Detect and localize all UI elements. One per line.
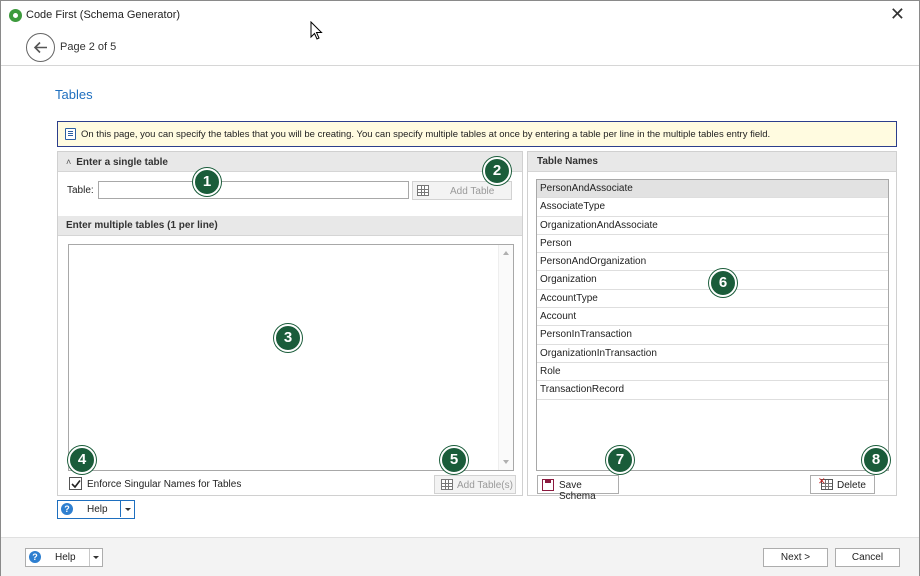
table-names-list[interactable]: PersonAndAssociate AssociateType Organiz… bbox=[536, 179, 889, 471]
table-name-input[interactable] bbox=[98, 181, 409, 199]
split-separator bbox=[120, 501, 121, 517]
app-logo-icon bbox=[9, 9, 22, 22]
cancel-button[interactable]: Cancel bbox=[835, 548, 900, 567]
table-grid-icon bbox=[441, 479, 453, 490]
table-name-item[interactable]: PersonAndOrganization bbox=[537, 253, 888, 272]
callout-marker-3: 3 bbox=[274, 324, 302, 352]
table-name-item[interactable]: Role bbox=[537, 363, 888, 382]
footer-help-label: Help bbox=[55, 552, 76, 563]
add-table-label: Add Table bbox=[450, 186, 495, 197]
add-tables-label: Add Table(s) bbox=[457, 480, 513, 491]
multi-table-header-label: Enter multiple tables (1 per line) bbox=[66, 220, 218, 231]
save-schema-button[interactable]: Save Schema bbox=[537, 475, 619, 502]
back-button[interactable] bbox=[26, 33, 55, 62]
table-name-item[interactable]: AssociateType bbox=[537, 198, 888, 217]
table-label: Table: bbox=[67, 185, 94, 196]
scroll-up-icon[interactable] bbox=[503, 251, 509, 255]
callout-marker-4: 4 bbox=[68, 446, 96, 474]
callout-marker-6: 6 bbox=[709, 269, 737, 297]
split-separator bbox=[89, 549, 90, 566]
title-bar: Code First (Schema Generator) ✕ bbox=[1, 1, 919, 31]
table-name-item[interactable]: PersonInTransaction bbox=[537, 326, 888, 345]
chevron-up-icon: ˄ bbox=[66, 157, 72, 167]
info-banner: On this page, you can specify the tables… bbox=[57, 121, 897, 147]
delete-label: Delete bbox=[837, 480, 866, 491]
multi-table-section-header: Enter multiple tables (1 per line) bbox=[58, 216, 522, 236]
delete-x-icon: ✕ bbox=[818, 476, 826, 486]
delete-button[interactable]: ✕ Delete bbox=[810, 475, 875, 494]
table-names-panel: Table Names PersonAndAssociate Associate… bbox=[527, 151, 897, 502]
table-name-item[interactable]: PersonAndAssociate bbox=[537, 180, 888, 199]
help-split-button[interactable]: ? Help bbox=[57, 500, 135, 519]
table-name-item[interactable]: TransactionRecord bbox=[537, 381, 888, 400]
table-grid-icon bbox=[417, 185, 429, 196]
save-schema-label: Save Schema bbox=[559, 480, 596, 502]
footer-help-button[interactable]: ? Help bbox=[25, 548, 103, 567]
single-table-header-label: Enter a single table bbox=[76, 157, 168, 168]
page-title: Tables bbox=[55, 87, 93, 102]
help-icon: ? bbox=[29, 551, 41, 563]
add-tables-button[interactable]: Add Table(s) bbox=[434, 475, 516, 494]
window-title: Code First (Schema Generator) bbox=[26, 9, 181, 21]
callout-marker-2: 2 bbox=[483, 157, 511, 185]
callout-marker-1: 1 bbox=[193, 168, 221, 196]
dropdown-caret-icon[interactable] bbox=[93, 556, 99, 559]
scroll-down-icon[interactable] bbox=[503, 460, 509, 464]
page-counter: Page 2 of 5 bbox=[60, 41, 117, 53]
footer-bar: ? Help Next > Cancel bbox=[1, 538, 919, 576]
textarea-scrollbar[interactable] bbox=[498, 245, 513, 470]
dialog-window: Code First (Schema Generator) ✕ Page 2 o… bbox=[0, 0, 920, 576]
multi-table-textarea[interactable] bbox=[68, 244, 514, 471]
table-name-item[interactable]: OrganizationInTransaction bbox=[537, 345, 888, 363]
callout-marker-8: 8 bbox=[862, 446, 890, 474]
save-disk-icon bbox=[542, 479, 554, 491]
help-icon: ? bbox=[61, 503, 73, 515]
enforce-singular-label: Enforce Singular Names for Tables bbox=[87, 479, 242, 490]
table-name-item[interactable]: Person bbox=[537, 235, 888, 254]
help-label: Help bbox=[87, 504, 108, 515]
enforce-singular-checkbox[interactable] bbox=[69, 477, 82, 490]
single-table-section-header[interactable]: ˄ Enter a single table bbox=[58, 152, 522, 172]
table-names-header: Table Names bbox=[528, 152, 896, 172]
table-name-item[interactable]: Account bbox=[537, 308, 888, 327]
callout-marker-5: 5 bbox=[440, 446, 468, 474]
mouse-cursor-icon bbox=[310, 21, 323, 40]
callout-marker-7: 7 bbox=[606, 446, 634, 474]
arrow-left-icon bbox=[33, 41, 47, 54]
dropdown-caret-icon[interactable] bbox=[125, 508, 131, 511]
note-icon bbox=[65, 128, 76, 140]
next-button[interactable]: Next > bbox=[763, 548, 828, 567]
table-name-item[interactable]: OrganizationAndAssociate bbox=[537, 217, 888, 235]
checkmark-icon bbox=[71, 480, 81, 489]
close-icon[interactable]: ✕ bbox=[890, 5, 905, 23]
info-text: On this page, you can specify the tables… bbox=[81, 129, 771, 140]
